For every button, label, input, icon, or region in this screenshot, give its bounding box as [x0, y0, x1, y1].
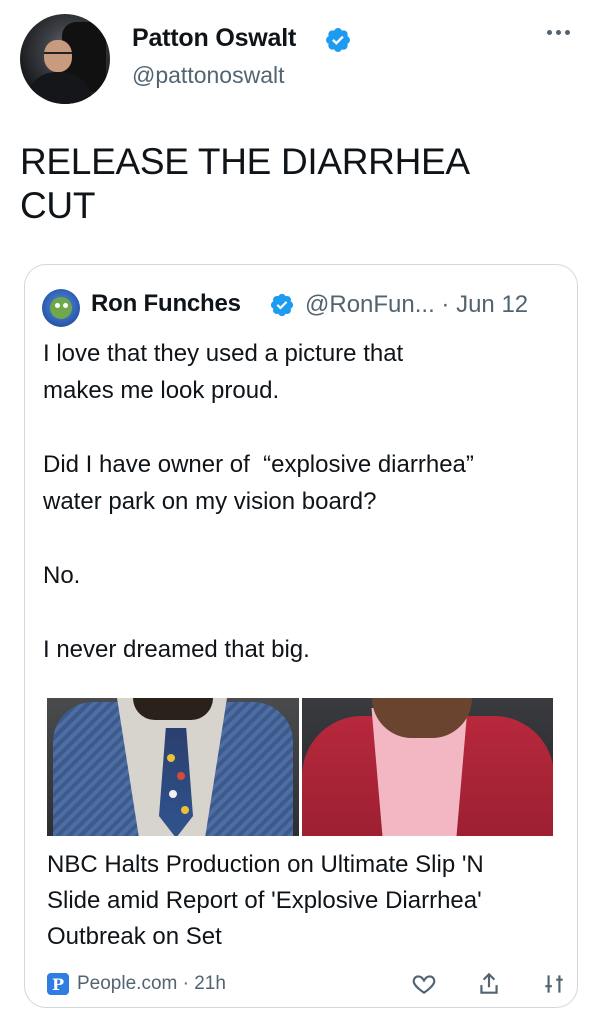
- link-card-source[interactable]: P People.com · 21h: [47, 973, 226, 995]
- author-handle[interactable]: @pattonoswalt: [132, 62, 285, 89]
- tweet-text: RELEASE THE DIARRHEA CUT: [20, 141, 470, 226]
- verified-badge-icon: [270, 293, 294, 317]
- link-card-actions: [389, 971, 563, 999]
- link-card-source-text: People.com · 21h: [77, 973, 226, 994]
- more-options-icon[interactable]: [540, 22, 576, 42]
- quoted-author-name: Ron Funches: [91, 290, 241, 317]
- article-photo-left: [47, 698, 299, 836]
- share-icon[interactable]: [476, 971, 502, 997]
- audio-controls-icon[interactable]: [541, 971, 567, 997]
- like-icon[interactable]: [411, 971, 437, 997]
- verified-badge-icon: [326, 28, 350, 52]
- author-display-name[interactable]: Patton Oswalt: [132, 24, 296, 53]
- article-photo-right: [301, 698, 553, 836]
- link-card-title[interactable]: NBC Halts Production on Ultimate Slip 'N…: [47, 847, 557, 955]
- quoted-author-avatar: [42, 289, 80, 327]
- quoted-tweet-meta: @RonFun... · Jun 12: [305, 291, 529, 318]
- author-avatar[interactable]: [20, 14, 110, 104]
- people-logo-icon: P: [47, 973, 69, 995]
- link-card-image[interactable]: [47, 698, 553, 836]
- quoted-tweet-card[interactable]: Ron Funches @RonFun... · Jun 12 I love t…: [24, 264, 578, 1008]
- quoted-tweet-text: I love that they used a picture that mak…: [43, 340, 474, 663]
